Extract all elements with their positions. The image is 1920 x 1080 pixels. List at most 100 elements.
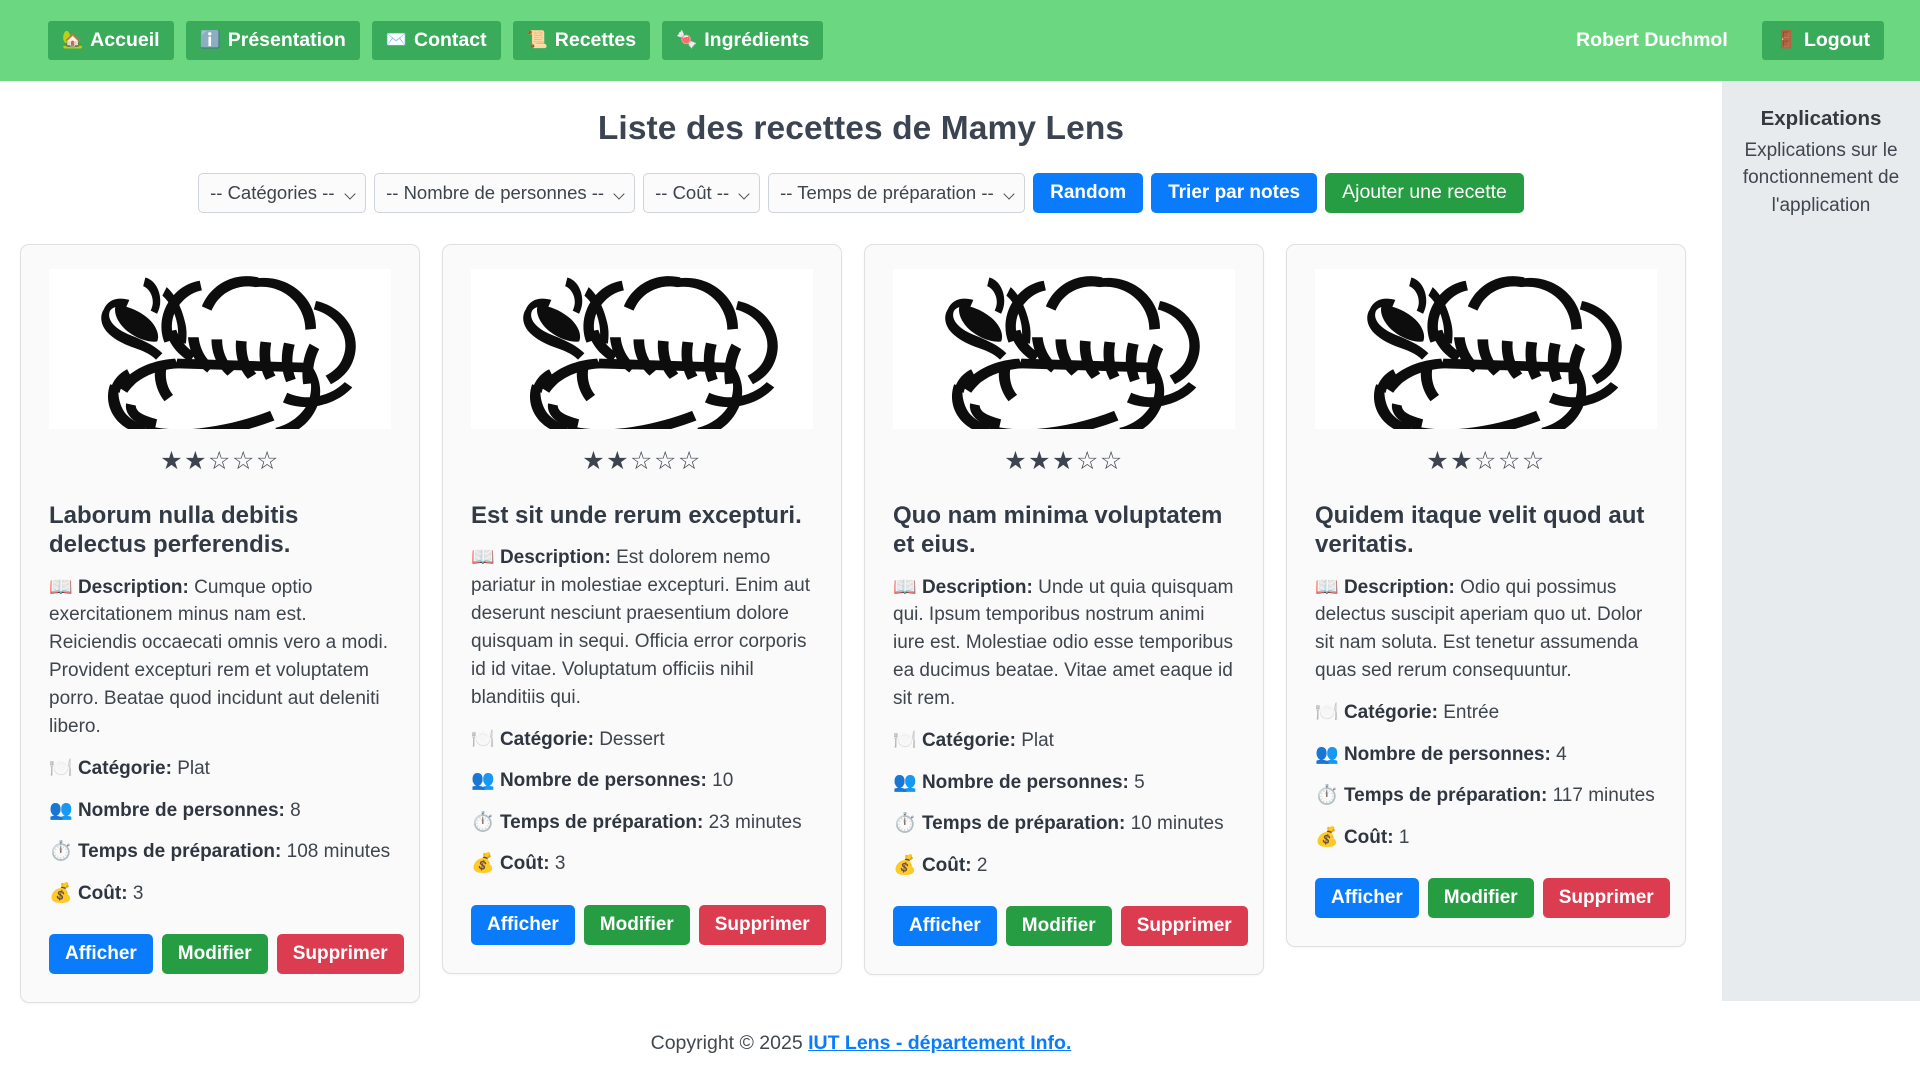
supprimer-button[interactable]: Supprimer xyxy=(276,934,404,975)
open-book-icon: 📖 xyxy=(471,546,495,569)
page-body: Liste des recettes de Mamy Lens -- Catég… xyxy=(0,81,1920,1080)
fork-knife-icon: 🍽️ xyxy=(1315,701,1339,724)
afficher-button[interactable]: Afficher xyxy=(49,934,153,975)
recipe-description: 📖 Description: Est dolorem nemo pariatur… xyxy=(471,544,813,712)
nav-link-contact[interactable]: ✉️ Contact xyxy=(371,20,501,61)
sort-by-notes-button[interactable]: Trier par notes xyxy=(1151,173,1318,213)
meta-label: Catégorie: xyxy=(921,730,1016,752)
recipe-card-grid: ★★☆☆☆ Laborum nulla debitis delectus perf… xyxy=(0,244,1722,1004)
chef-hat-icon xyxy=(471,269,813,429)
filter-temps-wrap: -- Temps de préparation -- xyxy=(768,173,1026,213)
open-book-icon: 📖 xyxy=(1315,575,1339,598)
meta-value: 1 xyxy=(1398,826,1410,848)
supprimer-button[interactable]: Supprimer xyxy=(1542,878,1670,919)
filter-categories-select[interactable]: -- Catégories -- xyxy=(198,173,367,213)
description-label: Description: xyxy=(499,547,611,569)
recipe-card: ★★☆☆☆ Est sit unde rerum excepturi. 📖 Desc… xyxy=(442,244,842,974)
nav-link-ingrdients[interactable]: 🍬 Ingrédients xyxy=(662,20,824,61)
meta-fork-knife: 🍽️ Catégorie: Dessert xyxy=(471,726,813,754)
top-navbar: 🏡 Accueil ℹ️ Présentation ✉️ Contact 📜 Recettes… xyxy=(0,0,1920,81)
meta-label: Catégorie: xyxy=(499,728,594,750)
footer: Copyright © 2025 IUT Lens - département … xyxy=(0,1003,1722,1055)
modifier-button[interactable]: Modifier xyxy=(1427,878,1534,919)
modifier-button[interactable]: Modifier xyxy=(161,934,268,975)
stopwatch-icon: ⏱️ xyxy=(1315,784,1339,807)
afficher-button[interactable]: Afficher xyxy=(1315,878,1419,919)
chef-hat-icon xyxy=(893,269,1235,429)
meta-money-bag: 💰 Coût: 3 xyxy=(49,880,391,908)
meta-fork-knife: 🍽️ Catégorie: Plat xyxy=(893,727,1235,755)
recipe-title: Est sit unde rerum excepturi. xyxy=(471,502,802,529)
candy-icon: 🍬 xyxy=(676,29,698,50)
money-bag-icon: 💰 xyxy=(49,881,73,904)
filter-cout-wrap: -- Coût -- xyxy=(643,173,761,213)
description-text: Est dolorem nemo pariatur in molestiae e… xyxy=(471,547,810,708)
recipe-actions: Afficher Modifier Supprimer xyxy=(1315,878,1670,919)
nav-link-label: Contact xyxy=(414,28,487,51)
meta-people: 👥 Nombre de personnes: 8 xyxy=(49,797,391,825)
recipe-title: Quidem itaque velit quod aut veritatis. xyxy=(1315,502,1645,559)
sidebar-text: Explications sur le fonctionnement de l'… xyxy=(1742,139,1900,216)
nav-link-label: Recettes xyxy=(554,28,637,51)
description-text: Cumque optio exercitationem minus nam es… xyxy=(49,576,388,738)
meta-label: Catégorie: xyxy=(1343,702,1438,724)
info-icon: ℹ️ xyxy=(199,29,221,50)
meta-unit: minutes xyxy=(1582,785,1655,807)
supprimer-button[interactable]: Supprimer xyxy=(698,904,826,945)
meta-fork-knife: 🍽️ Catégorie: Entrée xyxy=(1315,699,1657,727)
meta-people: 👥 Nombre de personnes: 4 xyxy=(1315,741,1657,769)
meta-money-bag: 💰 Coût: 3 xyxy=(471,850,813,878)
random-button[interactable]: Random xyxy=(1033,173,1144,213)
chef-hat-icon xyxy=(1315,269,1657,429)
nav-link-prsentation[interactable]: ℹ️ Présentation xyxy=(185,20,360,61)
door-icon: 🚪 xyxy=(1775,29,1797,50)
modifier-button[interactable]: Modifier xyxy=(1005,906,1112,947)
recipe-card: ★★★☆☆ Quo nam minima voluptatem et eius. 📖… xyxy=(864,244,1264,976)
people-icon: 👥 xyxy=(471,769,495,792)
description-label: Description: xyxy=(921,576,1033,598)
stopwatch-icon: ⏱️ xyxy=(893,812,917,835)
meta-money-bag: 💰 Coût: 1 xyxy=(1315,824,1657,852)
afficher-button[interactable]: Afficher xyxy=(471,904,575,945)
recipe-title: Quo nam minima voluptatem et eius. xyxy=(893,502,1223,559)
recipe-description: 📖 Description: Unde ut quia quisquam qui… xyxy=(893,574,1235,714)
meta-label: Coût: xyxy=(499,853,550,875)
supprimer-button[interactable]: Supprimer xyxy=(1120,906,1248,947)
stopwatch-icon: ⏱️ xyxy=(49,840,73,863)
meta-temps: ⏱️ Temps de préparation: 108 minutes xyxy=(49,838,391,866)
main-content: Liste des recettes de Mamy Lens -- Catég… xyxy=(0,81,1722,1080)
meta-label: Nombre de personnes: xyxy=(1343,743,1551,765)
rating-stars: ★★★☆☆ xyxy=(1004,446,1124,475)
filter-temps-select[interactable]: -- Temps de préparation -- xyxy=(768,173,1026,213)
nav-link-recettes[interactable]: 📜 Recettes xyxy=(512,20,651,61)
people-icon: 👥 xyxy=(1315,742,1339,765)
afficher-button[interactable]: Afficher xyxy=(893,906,997,947)
people-icon: 👥 xyxy=(49,798,73,821)
meta-label: Nombre de personnes: xyxy=(921,771,1129,793)
recipe-description: 📖 Description: Cumque optio exercitation… xyxy=(49,574,391,742)
filter-cout-select[interactable]: -- Coût -- xyxy=(643,173,761,213)
logout-button[interactable]: 🚪 Logout xyxy=(1761,20,1884,61)
meta-value: Plat xyxy=(177,758,210,780)
meta-value: 2 xyxy=(976,854,988,876)
modifier-button[interactable]: Modifier xyxy=(583,904,690,945)
navbar-user-area: Robert Duchmol 🚪 Logout xyxy=(1576,20,1884,61)
meta-fork-knife: 🍽️ Catégorie: Plat xyxy=(49,755,391,783)
money-bag-icon: 💰 xyxy=(893,853,917,876)
meta-label: Coût: xyxy=(77,882,128,904)
nav-link-accueil[interactable]: 🏡 Accueil xyxy=(48,20,174,61)
meta-value: Dessert xyxy=(599,728,665,750)
filter-personnes-select[interactable]: -- Nombre de personnes -- xyxy=(374,173,636,213)
footer-link[interactable]: IUT Lens - département Info. xyxy=(808,1032,1071,1054)
nav-link-label: Accueil xyxy=(90,28,160,51)
meta-value: 23 xyxy=(708,811,730,833)
envelope-icon: ✉️ xyxy=(385,29,408,50)
meta-value: 8 xyxy=(290,799,301,821)
meta-label: Coût: xyxy=(921,854,972,876)
meta-value: 4 xyxy=(1556,743,1567,765)
meta-value: 5 xyxy=(1134,771,1145,793)
meta-label: Nombre de personnes: xyxy=(77,799,285,821)
scroll-icon: 📜 xyxy=(526,29,548,50)
meta-label: Temps de préparation: xyxy=(1343,785,1548,807)
add-recipe-button[interactable]: Ajouter une recette xyxy=(1325,173,1524,213)
